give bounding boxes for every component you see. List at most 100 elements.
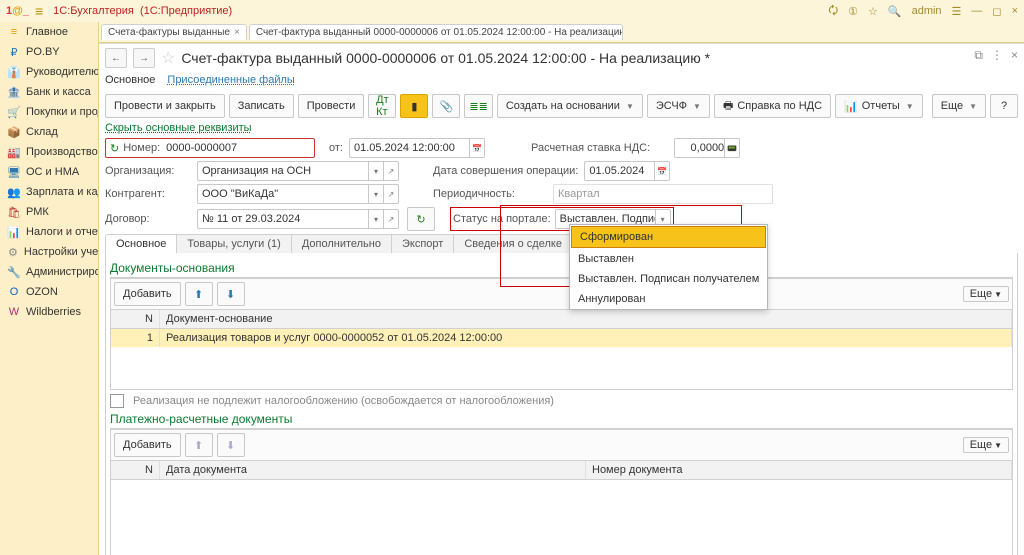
attach-icon[interactable]: 📎 (432, 94, 460, 118)
detail-tab-main[interactable]: Основное (106, 235, 177, 253)
sidebar-item[interactable]: 🛒Покупки и продажи (0, 102, 98, 122)
sidebar-item[interactable]: ⚙Настройки учета (0, 242, 98, 262)
number-group: ↻ Номер: 0000-0000007 (105, 138, 315, 158)
user-label[interactable]: admin (912, 5, 942, 17)
contract-select[interactable]: № 11 от 29.03.2024▾↗ (197, 209, 399, 229)
sidebar-item[interactable]: ₽PO.BY (0, 42, 98, 62)
menu-icon[interactable]: ☰ (952, 5, 962, 18)
docs-title: Документы-основания (110, 261, 1013, 275)
sidebar-label: Налоги и отчетность (26, 226, 98, 238)
status-option-formed[interactable]: Сформирован (571, 226, 766, 248)
maximize-icon[interactable]: ◻ (992, 5, 1001, 18)
more-button[interactable]: Еще▼ (932, 94, 986, 118)
sidebar-item[interactable]: 📦Склад (0, 122, 98, 142)
sidebar-icon: 📦 (8, 126, 20, 138)
pay-more-button[interactable]: Еще ▼ (963, 437, 1009, 453)
compare-icon[interactable]: ≣≣ (464, 94, 492, 118)
sidebar-item[interactable]: WWildberries (0, 302, 98, 322)
sidebar-icon: 🏦 (8, 86, 20, 98)
sidebar-label: Покупки и продажи (26, 106, 98, 118)
move-down-icon[interactable]: ⬇ (217, 282, 245, 306)
forward-button[interactable]: → (133, 48, 155, 68)
move-up-icon[interactable]: ⬆ (185, 433, 213, 457)
debit-credit-icon[interactable]: ДтКт (368, 94, 396, 118)
titlebar-text: 1С:Бухгалтерия (1С:Предприятие) (53, 5, 828, 17)
detail-tab-export[interactable]: Экспорт (392, 235, 454, 253)
detail-tab-extra[interactable]: Дополнительно (292, 235, 392, 253)
hamburger-icon[interactable]: ≡ (35, 4, 43, 18)
help-button[interactable]: ? (990, 94, 1018, 118)
flag-icon[interactable]: ▮ (400, 94, 428, 118)
hide-details-link[interactable]: Скрыть основные реквизиты (105, 122, 252, 134)
create-based-button[interactable]: Создать на основании▼ (497, 94, 643, 118)
close-icon[interactable]: × (234, 27, 240, 38)
subtab-main[interactable]: Основное (105, 72, 155, 88)
sidebar-label: PO.BY (26, 46, 60, 58)
open-icon[interactable]: ↗ (383, 185, 398, 203)
sidebar-label: Wildberries (26, 306, 81, 318)
tab-invoice[interactable]: Счет-фактура выданный 0000-0000006 от 01… (249, 24, 623, 40)
detach-icon[interactable]: ⧉ (974, 48, 983, 63)
nds-help-button[interactable]: 🖶 Справка по НДС (714, 94, 831, 118)
save-button[interactable]: Записать (229, 94, 294, 118)
tax-free-label: Реализация не подлежит налогообложению (… (133, 395, 554, 407)
sidebar-item[interactable]: 🛍РМК (0, 202, 98, 222)
sidebar-item[interactable]: 👥Зарплата и кадры (0, 182, 98, 202)
counterparty-select[interactable]: ООО "ВиКаДа"▾↗ (197, 184, 399, 204)
kebab-icon[interactable]: ⋮ (991, 48, 1003, 63)
reports-button[interactable]: 📊 Отчеты▼ (835, 94, 923, 118)
sidebar-icon: O (8, 286, 20, 298)
status-option-signed[interactable]: Выставлен. Подписан получателем (570, 269, 767, 289)
sidebar-item[interactable]: 📊 Налоги и отчетность (0, 222, 98, 242)
calendar-icon[interactable]: 📅 (469, 139, 484, 157)
calc-icon[interactable]: 📟 (724, 139, 739, 157)
back-button[interactable]: ← (105, 48, 127, 68)
eschf-button[interactable]: ЭСЧФ▼ (647, 94, 710, 118)
docs-more-button[interactable]: Еще ▼ (963, 286, 1009, 302)
sidebar-item[interactable]: ≡Главное (0, 22, 98, 42)
sidebar-item[interactable]: 🔧Администрирование (0, 262, 98, 282)
search-icon[interactable]: 🔍 (888, 5, 902, 18)
sidebar-label: Настройки учета (24, 246, 98, 258)
move-down-icon[interactable]: ⬇ (217, 433, 245, 457)
open-icon[interactable]: ↗ (383, 162, 398, 180)
counterparty-label: Контрагент: (105, 188, 191, 200)
pay-add-button[interactable]: Добавить (114, 433, 181, 457)
tax-free-checkbox[interactable] (110, 394, 124, 408)
favorite-icon[interactable]: ☆ (161, 48, 175, 68)
sidebar-icon: 📊 (8, 226, 20, 238)
tab-list[interactable]: Счета-фактуры выданные× (101, 24, 247, 40)
sidebar-item[interactable]: 🏦Банк и касса (0, 82, 98, 102)
post-button[interactable]: Провести (298, 94, 365, 118)
refresh-contract-icon[interactable]: ↻ (407, 207, 435, 231)
vat-rate-input[interactable]: 0,0000📟 (674, 138, 740, 158)
star-icon[interactable]: ☆ (868, 5, 878, 18)
status-dropdown[interactable]: Сформирован Выставлен Выставлен. Подписа… (569, 224, 768, 310)
page-close-icon[interactable]: × (1011, 48, 1018, 63)
open-icon[interactable]: ↗ (383, 210, 398, 228)
doc-row[interactable]: 1 Реализация товаров и услуг 0000-000005… (111, 329, 1012, 347)
contract-label: Договор: (105, 213, 191, 225)
date-from-input[interactable]: 01.05.2024 12:00:00📅 (349, 138, 485, 158)
notif-icon[interactable]: ① (848, 5, 858, 18)
sidebar-item[interactable]: 👔Руководителю (0, 62, 98, 82)
move-up-icon[interactable]: ⬆ (185, 282, 213, 306)
sidebar-item[interactable]: 🖥ОС и НМА (0, 162, 98, 182)
post-and-close-button[interactable]: Провести и закрыть (105, 94, 225, 118)
status-option-cancelled[interactable]: Аннулирован (570, 289, 767, 309)
op-date-input[interactable]: 01.05.2024📅 (584, 161, 670, 181)
close-icon[interactable]: × (1012, 5, 1018, 17)
docs-add-button[interactable]: Добавить (114, 282, 181, 306)
refresh-num-icon[interactable]: ↻ (110, 142, 119, 155)
subtab-attachments[interactable]: Присоединенные файлы (167, 72, 294, 88)
minimize-icon[interactable]: — (971, 5, 982, 17)
detail-tab-goods[interactable]: Товары, услуги (1) (177, 235, 291, 253)
detail-tab-deal[interactable]: Сведения о сделке (454, 235, 573, 253)
sidebar-item[interactable]: 🏭Производство (0, 142, 98, 162)
bell-icon[interactable]: 🗘 (828, 2, 838, 21)
status-option-issued[interactable]: Выставлен (570, 249, 767, 269)
calendar-icon[interactable]: 📅 (654, 162, 669, 180)
sidebar-item[interactable]: OOZON (0, 282, 98, 302)
org-select[interactable]: Организация на ОСН▾↗ (197, 161, 399, 181)
number-input[interactable]: 0000-0000007 (166, 142, 237, 154)
